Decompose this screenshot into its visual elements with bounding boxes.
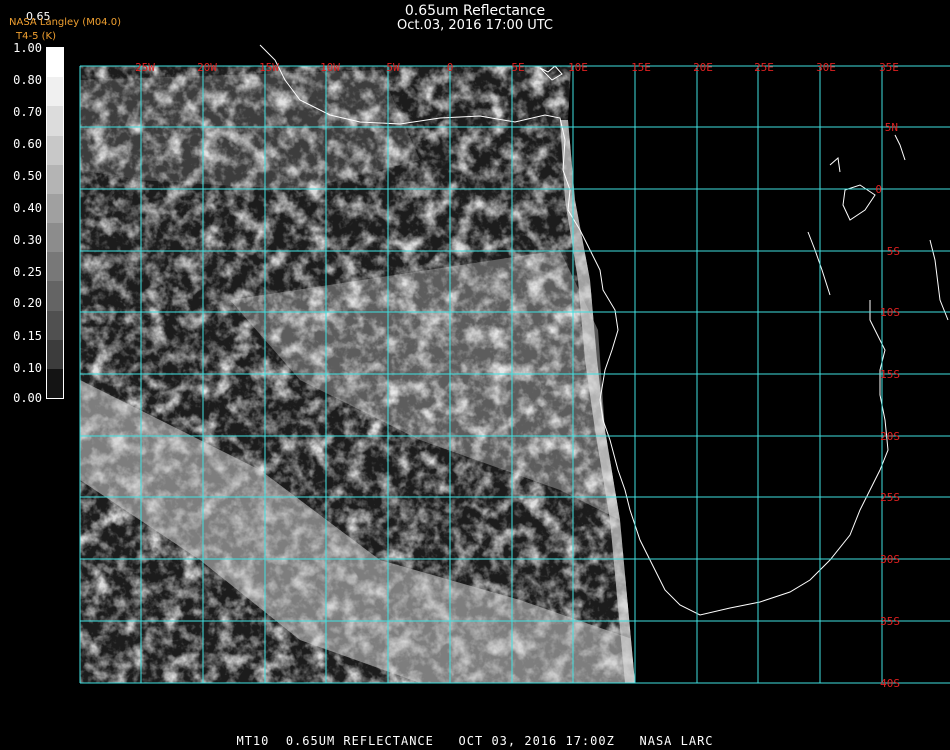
lat-label: 30S: [880, 553, 900, 566]
colorbar-tick-label: 0.50: [13, 169, 42, 183]
colorbar-tick-label: 0.30: [13, 233, 42, 247]
colorbar-segment: [47, 310, 63, 341]
colorbar-tick-label: 0.40: [13, 201, 42, 215]
colorbar-tick-label: 0.15: [13, 329, 42, 343]
latitude-labels: 5N 0 5S 10S 15S 20S 25S 30S 35S 40S: [875, 121, 900, 690]
colorbar-segment: [47, 77, 63, 107]
lat-label: 0: [875, 183, 882, 196]
lon-label: 25E: [754, 61, 774, 74]
lat-label: 5N: [885, 121, 898, 134]
lon-label: 35E: [879, 61, 899, 74]
lon-label: 30E: [816, 61, 836, 74]
colorbar-segment: [47, 193, 63, 224]
map-timestamp: Oct.03, 2016 17:00 UTC: [397, 18, 553, 33]
colorbar: [46, 47, 64, 399]
colorbar-segment: [47, 223, 63, 253]
lon-label: 5W: [386, 61, 400, 74]
colorbar-tick-label: 1.00: [13, 41, 42, 55]
lat-label: 5S: [887, 245, 900, 258]
colorbar-tick-label: 0.00: [13, 391, 42, 405]
colorbar-tick-label: 0.25: [13, 265, 42, 279]
lat-label: 25S: [880, 491, 900, 504]
lon-label: 20W: [197, 61, 217, 74]
colorbar-tick-label: 0.70: [13, 105, 42, 119]
lon-label: 20E: [693, 61, 713, 74]
footer-caption: MT10 0.65UM REFLECTANCE OCT 03, 2016 17:…: [236, 734, 714, 748]
colorbar-segment: [47, 368, 63, 399]
lon-label: 15W: [259, 61, 279, 74]
map-title: 0.65um Reflectance: [404, 3, 546, 19]
lon-label: 10W: [320, 61, 340, 74]
colorbar-segment: [47, 281, 63, 311]
lat-label: 35S: [880, 615, 900, 628]
colorbar-segment: [47, 106, 63, 136]
colorbar-tick-label: 0.20: [13, 296, 42, 310]
lat-label: 15S: [880, 368, 900, 381]
colorbar-tick-label: 0.10: [13, 361, 42, 375]
colorbar-tick-label: 0.60: [13, 137, 42, 151]
colorbar-segment: [47, 48, 63, 78]
lat-label: 20S: [880, 430, 900, 443]
lon-label: 25W: [135, 61, 155, 74]
colorbar-tick-label: 0.80: [13, 73, 42, 87]
colorbar-segment: [47, 252, 63, 282]
lon-label: 10E: [568, 61, 588, 74]
lat-label: 10S: [880, 306, 900, 319]
colorbar-segment: [47, 135, 63, 166]
colorbar-segment: [47, 164, 63, 195]
credit-organization: NASA Langley (M04.0): [9, 17, 121, 28]
lat-label: 40S: [880, 677, 900, 690]
colorbar-segment: [47, 339, 63, 370]
lon-label: 0: [447, 61, 454, 74]
lon-label: 15E: [631, 61, 651, 74]
lon-label: 5E: [511, 61, 524, 74]
satellite-map: 25W 20W 15W 10W 5W 0 5E 10E 15E 20E 25E …: [79, 44, 950, 690]
